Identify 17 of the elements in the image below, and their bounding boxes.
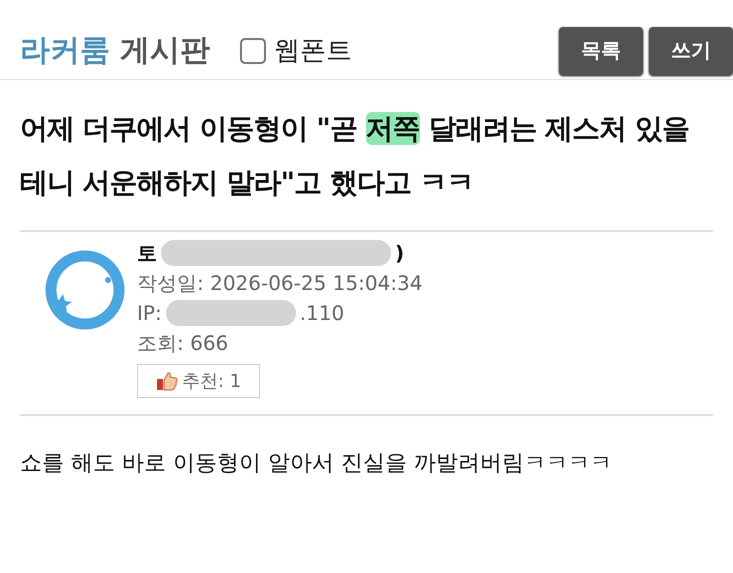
checkbox[interactable]	[240, 38, 266, 64]
author-name-end: )	[395, 240, 404, 267]
post-date: 작성일: 2026-06-25 15:04:34	[137, 270, 423, 297]
avatar-icon	[45, 250, 125, 330]
board-title: 게시판	[120, 32, 210, 70]
ip-suffix: .110	[300, 300, 344, 327]
write-button[interactable]: 쓰기	[649, 26, 733, 74]
ip-label: IP:	[137, 300, 162, 327]
view-count: 조회: 666	[137, 330, 230, 357]
post-title: 어제 더쿠에서 이동형이 "곧 저쪽 달래려는 제스처 있을테니 서운해하지 말라"고 했다고 ㅋㅋ	[20, 102, 713, 232]
author-name: 토	[137, 240, 157, 267]
recommend-button[interactable]: 추천: 1	[137, 364, 260, 398]
checkbox-label[interactable]: 웹폰트	[274, 33, 352, 68]
post-body: 쇼를 해도 바로 이동형이 알아서 진실을 까발려버림ㅋㅋㅋㅋ	[20, 450, 613, 478]
site-name[interactable]: 라커룸	[20, 30, 110, 71]
thumbs-up-icon	[156, 371, 178, 391]
list-button[interactable]: 목록	[559, 26, 643, 74]
